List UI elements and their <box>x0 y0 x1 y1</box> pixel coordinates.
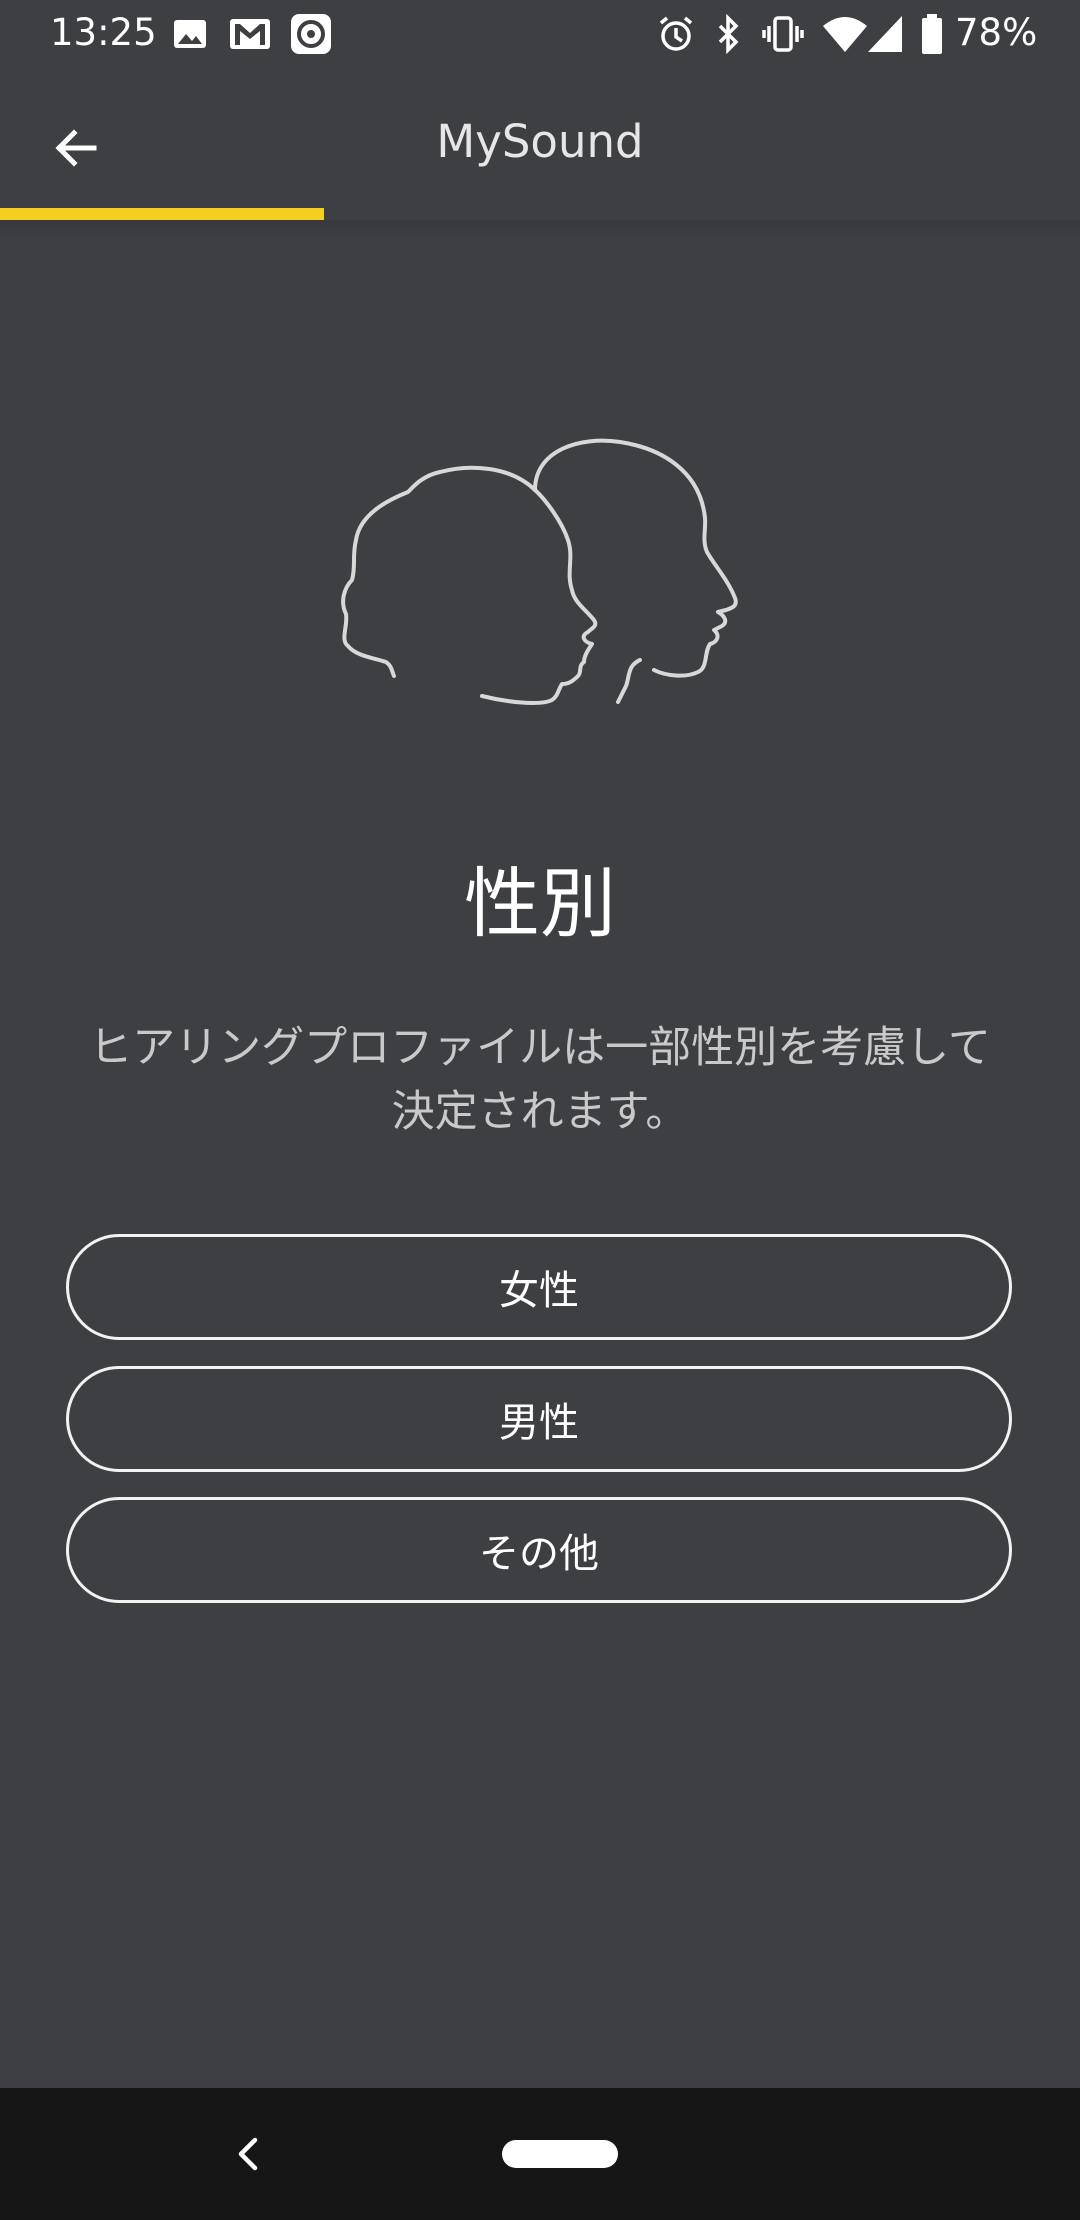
option-male-button[interactable]: 男性 <box>66 1366 1012 1472</box>
nav-back-button[interactable] <box>218 2124 278 2184</box>
status-time: 13:25 <box>50 11 157 54</box>
system-nav-bar <box>0 2088 1080 2220</box>
vibrate-icon <box>762 16 804 52</box>
progress-bar <box>0 208 1080 220</box>
app-icon <box>291 14 331 54</box>
page-heading: 性別 <box>464 859 616 948</box>
option-female-button[interactable]: 女性 <box>66 1234 1012 1340</box>
app-bar-shadow <box>0 220 1080 242</box>
progress-fill <box>0 208 324 220</box>
two-heads-profile-icon <box>341 438 738 705</box>
app-bar: MySound <box>0 66 1080 220</box>
home-pill-icon[interactable] <box>502 2140 618 2168</box>
option-other-button[interactable]: その他 <box>66 1497 1012 1603</box>
nav-back-icon <box>238 2137 258 2171</box>
gmail-icon <box>230 19 270 49</box>
image-icon <box>174 20 206 48</box>
status-bar: 13:25 78% <box>0 0 1080 66</box>
alarm-icon <box>659 16 693 51</box>
screen: 13:25 78% MySound 性別 ヒアリングプロファイルは一部性別を考慮… <box>0 0 1080 2220</box>
description-text: ヒアリングプロファイルは一部性別を考慮して決定されます。 <box>89 1023 991 1137</box>
signal-icon <box>868 16 902 52</box>
battery-icon <box>922 14 942 54</box>
wifi-icon <box>823 17 867 52</box>
bluetooth-icon <box>718 14 739 54</box>
battery-percent: 78% <box>955 11 1038 54</box>
app-title: MySound <box>436 115 644 168</box>
